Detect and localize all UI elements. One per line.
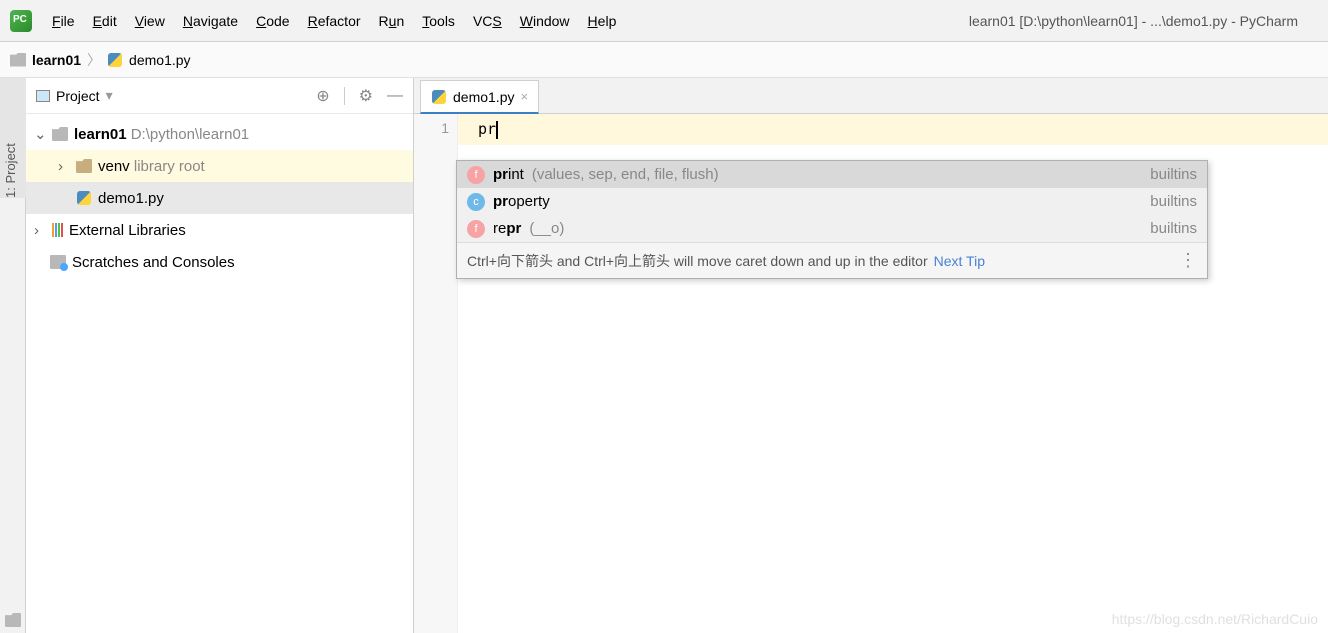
python-icon [431,89,447,105]
kind-function-icon: f [467,166,485,184]
project-panel-header: Project ▾ ⊕ ⚙ — [26,78,413,114]
hint-text: Ctrl+向下箭头 and Ctrl+向上箭头 will move caret … [467,251,928,271]
menu-code[interactable]: Code [256,13,289,29]
locate-icon[interactable]: ⊕ [316,86,329,106]
params: (values, sep, end, file, flush) [532,166,719,183]
python-icon [107,52,123,68]
completion-footer: Ctrl+向下箭头 and Ctrl+向上箭头 will move caret … [457,242,1207,278]
menu-bar: File Edit View Navigate Code Refactor Ru… [0,0,1328,42]
root-path: D:\python\learn01 [131,126,249,143]
tree-file-demo1[interactable]: demo1.py [26,182,413,214]
code-line-1[interactable]: pr [458,114,1328,145]
menu-edit[interactable]: Edit [93,13,117,29]
match-rest: operty [508,193,550,210]
menu-tools[interactable]: Tools [422,13,455,29]
typed-text: pr [478,120,496,138]
match-rest: int [508,166,524,183]
tree-root[interactable]: ⌄ learn01 D:\python\learn01 [26,118,413,150]
source-label: builtins [1150,166,1197,183]
venv-name: venv [98,158,130,175]
folder-icon [10,53,26,67]
completion-item-repr[interactable]: f repr (__o) builtins [457,215,1207,242]
match-prefix: pr [493,193,508,210]
completion-item-print[interactable]: f print (values, sep, end, file, flush) b… [457,161,1207,188]
source-label: builtins [1150,220,1197,237]
folder-icon [76,159,92,173]
collapse-icon[interactable]: — [387,87,403,105]
kind-class-icon: c [467,193,485,211]
tree-file-label: demo1.py [98,190,164,207]
scratches-label: Scratches and Consoles [72,254,235,271]
editor-tabbar: demo1.py × [414,78,1328,114]
venv-hint: library root [134,158,205,175]
kind-function-icon: f [467,220,485,238]
left-tool-strip: 1: Project [0,78,26,633]
project-panel-title[interactable]: Project ▾ [36,87,113,104]
menu-navigate[interactable]: Navigate [183,13,238,29]
match-rest: pr [506,220,521,237]
menu-refactor[interactable]: Refactor [308,13,361,29]
breadcrumb-file[interactable]: demo1.py [129,52,190,68]
python-icon [76,190,92,206]
menu-window[interactable]: Window [520,13,570,29]
gutter: 1 [414,114,458,633]
menu-help[interactable]: Help [588,13,617,29]
editor-tab-demo1[interactable]: demo1.py × [420,80,539,114]
project-tree: ⌄ learn01 D:\python\learn01 › venv libra… [26,114,413,282]
menu-run[interactable]: Run [379,13,405,29]
project-view-icon [36,90,50,102]
menu-file[interactable]: File [52,13,75,29]
gear-icon[interactable]: ⚙ [359,86,373,106]
line-number: 1 [414,120,449,136]
match-prefix: re [493,220,506,237]
libraries-icon [52,223,63,237]
divider [344,87,345,105]
match-prefix: pr [493,166,508,183]
breadcrumb-separator: 〉 [87,50,101,70]
tab-label: demo1.py [453,89,514,105]
params: (__o) [529,220,564,237]
app-icon [10,10,32,32]
side-folder-icon[interactable] [5,613,21,627]
close-icon[interactable]: × [520,89,528,104]
project-panel: Project ▾ ⊕ ⚙ — ⌄ learn01 D:\python\lear… [26,78,414,633]
chevron-down-icon: ⌄ [34,125,46,143]
chevron-right-icon: › [58,158,70,175]
root-name: learn01 [74,126,127,143]
breadcrumb: learn01 〉 demo1.py [0,42,1328,78]
side-tab-label: 1: Project [3,143,18,198]
tree-venv[interactable]: › venv library root [26,150,413,182]
completion-popup: f print(values, sep, end, file, flush) b… [456,160,1208,279]
source-label: builtins [1150,193,1197,210]
chevron-right-icon: › [34,222,46,239]
menu-items: File Edit View Navigate Code Refactor Ru… [52,13,616,29]
caret [496,121,498,139]
project-panel-actions: ⊕ ⚙ — [316,86,403,106]
menu-view[interactable]: View [135,13,165,29]
scratches-icon [50,255,66,269]
external-label: External Libraries [69,222,186,239]
tree-external-libraries[interactable]: › External Libraries [26,214,413,246]
tree-scratches[interactable]: Scratches and Consoles [26,246,413,278]
side-tab-project[interactable]: 1: Project [3,143,18,198]
menu-vcs[interactable]: VCS [473,13,502,29]
chevron-down-icon: ▾ [106,87,113,104]
window-title: learn01 [D:\python\learn01] - ...\demo1.… [969,13,1298,29]
project-title-label: Project [56,88,100,104]
folder-icon [52,127,68,141]
breadcrumb-project[interactable]: learn01 [32,52,81,68]
more-icon[interactable]: ⋮ [1179,250,1197,271]
next-tip-link[interactable]: Next Tip [934,253,985,269]
completion-item-property[interactable]: c property builtins [457,188,1207,215]
